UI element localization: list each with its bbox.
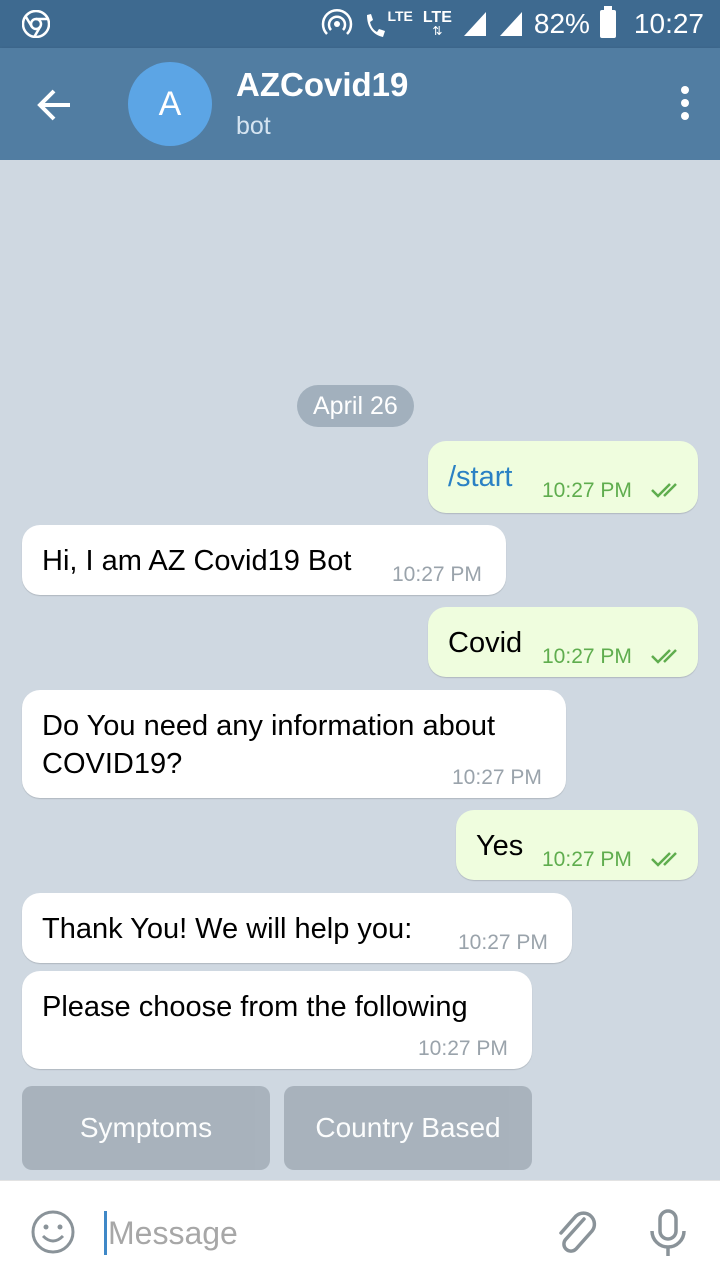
more-options-icon[interactable] xyxy=(680,86,690,126)
message-text[interactable]: /start xyxy=(448,461,512,494)
date-separator: April 26 xyxy=(297,385,414,427)
chat-header: A AZCovid19 bot xyxy=(0,48,720,160)
read-checkmarks-icon xyxy=(651,483,677,498)
keyboard-button-country-based[interactable]: Country Based xyxy=(284,1086,532,1170)
message-text-line2: COVID19? xyxy=(42,748,183,780)
status-bar: LTE LTE ⇅ 82% 10:27 xyxy=(0,0,720,48)
message-time: 10:27 PM xyxy=(458,931,548,954)
battery-icon xyxy=(599,6,616,38)
lte-label-1: LTE xyxy=(387,8,413,24)
message-text: Yes xyxy=(476,830,524,862)
text-cursor xyxy=(104,1211,107,1255)
incoming-message[interactable]: Do You need any information about COVID1… xyxy=(22,690,566,798)
message-time: 10:27 PM xyxy=(418,1037,508,1060)
message-text-line1: Do You need any information about xyxy=(42,710,496,742)
message-text: Hi, I am AZ Covid19 Bot xyxy=(42,545,352,577)
keyboard-button-symptoms[interactable]: Symptoms xyxy=(22,1086,270,1170)
message-time: 10:27 PM xyxy=(542,479,632,502)
outgoing-message[interactable]: /start 10:27 PM xyxy=(428,441,698,513)
message-text: Please choose from the following xyxy=(42,991,468,1023)
incoming-message[interactable]: Thank You! We will help you: 10:27 PM xyxy=(22,893,572,963)
outgoing-message[interactable]: Covid 10:27 PM xyxy=(428,607,698,677)
message-time: 10:27 PM xyxy=(542,848,632,871)
read-checkmarks-icon xyxy=(651,649,677,664)
clock: 10:27 xyxy=(633,8,704,39)
signal-icon-1 xyxy=(463,12,486,36)
microphone-icon[interactable] xyxy=(646,1207,690,1259)
message-input[interactable]: Message xyxy=(108,1215,238,1252)
chat-title[interactable]: AZCovid19 xyxy=(236,66,408,104)
volte-call-icon: LTE xyxy=(363,8,413,39)
lte-label-2: LTE xyxy=(422,9,452,26)
incoming-message[interactable]: Hi, I am AZ Covid19 Bot 10:27 PM xyxy=(22,525,506,595)
chat-area[interactable]: April 26 /start 10:27 PM Hi, I am AZ Cov… xyxy=(0,160,720,1180)
message-time: 10:27 PM xyxy=(452,766,542,789)
emoji-icon[interactable] xyxy=(30,1209,76,1255)
message-time: 10:27 PM xyxy=(392,563,482,586)
message-text: Thank You! We will help you: xyxy=(42,913,413,945)
battery-percent: 82% xyxy=(533,8,590,39)
read-checkmarks-icon xyxy=(651,852,677,867)
avatar[interactable]: A xyxy=(128,62,212,146)
hotspot-icon xyxy=(322,8,353,35)
chrome-icon xyxy=(22,10,50,38)
signal-icon-2 xyxy=(499,12,522,36)
outgoing-message[interactable]: Yes 10:27 PM xyxy=(456,810,698,880)
attach-icon[interactable] xyxy=(554,1207,600,1257)
chat-subtitle: bot xyxy=(236,112,271,140)
message-input-bar: Message xyxy=(0,1180,720,1281)
message-text: Covid xyxy=(448,627,523,659)
lte-data-icon: LTE ⇅ xyxy=(422,9,452,38)
incoming-message[interactable]: Please choose from the following 10:27 P… xyxy=(22,971,532,1069)
back-arrow-icon[interactable] xyxy=(34,84,76,126)
message-time: 10:27 PM xyxy=(542,645,632,668)
